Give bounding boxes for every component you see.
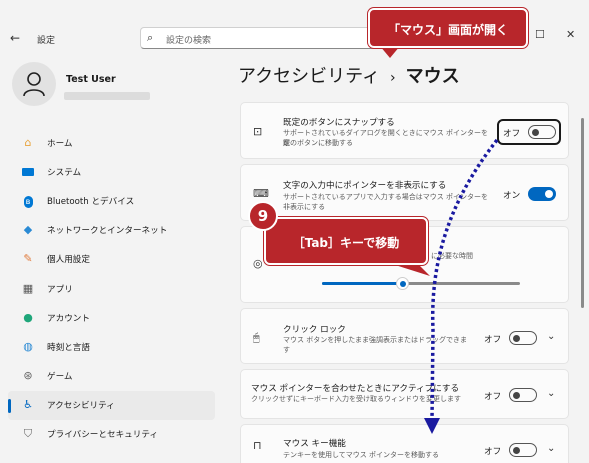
- callout-text: 「マウス」画面が開く: [387, 23, 508, 37]
- callout-screen-opens: 「マウス」画面が開く: [368, 8, 528, 48]
- step-number-badge: 9: [248, 201, 278, 231]
- callout-text: ［Tab］キーで移動: [292, 236, 400, 250]
- callout-tab-move: ［Tab］キーで移動: [264, 217, 428, 265]
